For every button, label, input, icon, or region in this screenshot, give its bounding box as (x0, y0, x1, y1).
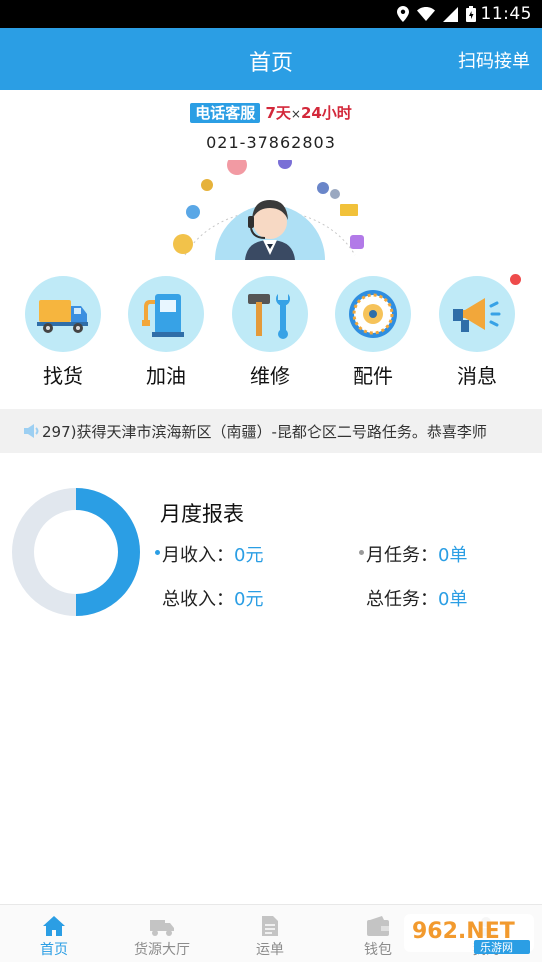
unread-badge-dot (510, 274, 521, 285)
quick-action-icon-wrap (25, 276, 101, 352)
parts-dial-icon (349, 290, 397, 338)
monthly-income-label: 月收入： (162, 545, 234, 566)
quick-action-label: 维修 (250, 364, 290, 388)
monthly-tasks-value: 0单 (438, 545, 468, 566)
service-phone[interactable]: 021-37862803 (0, 133, 542, 152)
quick-action-label: 找货 (43, 364, 83, 388)
clock: 11:45 (480, 4, 532, 24)
status-bar: 11:45 (0, 0, 542, 28)
truck-icon (37, 300, 88, 333)
service-times: × (290, 107, 301, 121)
monthly-income-value: 0元 (234, 545, 264, 566)
quick-action-find-cargo[interactable]: 找货 (18, 276, 108, 389)
monthly-tasks-label: 月任务： (366, 545, 438, 566)
tab-label: 货源大厅 (134, 942, 190, 958)
monthly-income: 月收入：0元 (162, 541, 263, 567)
customer-service-agent-illustration (173, 160, 364, 260)
total-tasks-label: 总任务： (366, 589, 438, 610)
quick-action-fuel[interactable]: 加油 (121, 276, 211, 389)
tab-label: 运单 (256, 942, 284, 958)
monthly-tasks: 月任务：0单 (366, 541, 467, 567)
quick-action-label: 消息 (457, 364, 497, 388)
report-donut-chart (12, 488, 140, 616)
tab-waybill[interactable]: 运单 (216, 905, 324, 963)
quick-action-icon-wrap (232, 276, 308, 352)
total-tasks: 总任务：0单 (366, 585, 467, 611)
quick-action-icon-wrap (439, 274, 521, 352)
quick-actions: 找货 加油 维修 配件 消息 (0, 274, 542, 402)
wifi-icon (417, 7, 435, 21)
quick-action-parts[interactable]: 配件 (328, 276, 418, 389)
signal-icon (443, 6, 458, 22)
quick-action-icon-wrap (335, 276, 411, 352)
news-ticker[interactable]: 297)获得天津市滨海新区（南疆）-昆都仑区二号路任务。恭喜李师 (0, 409, 542, 453)
quick-action-label: 配件 (353, 364, 393, 388)
scan-order-button[interactable]: 扫码接单 (458, 47, 530, 73)
quick-action-icon-wrap (128, 276, 204, 352)
quick-action-messages[interactable]: 消息 (432, 274, 522, 389)
quick-action-repair[interactable]: 维修 (225, 276, 315, 389)
total-income: 总收入：0元 (162, 585, 263, 611)
customer-service-banner[interactable]: 电话客服 7天×24小时 021-37862803 (0, 90, 542, 262)
ticker-text: 297)获得天津市滨海新区（南疆）-昆都仑区二号路任务。恭喜李师 (42, 423, 487, 441)
fuel-pump-icon (142, 294, 184, 337)
site-watermark-logo: 962.NET 乐游网 (404, 914, 534, 954)
status-icons (397, 6, 476, 22)
total-tasks-value: 0单 (438, 589, 468, 610)
report-title: 月度报表 (160, 502, 244, 526)
tab-label: 首页 (40, 942, 68, 958)
watermark-subtitle: 乐游网 (480, 941, 513, 954)
service-hours: 24小时 (300, 104, 352, 122)
app-header: 首页 扫码接单 (0, 28, 542, 90)
speaker-icon (24, 424, 39, 438)
quick-action-label: 加油 (146, 364, 186, 388)
wallet-icon (367, 916, 389, 936)
battery-icon (466, 6, 476, 22)
service-hours-line: 电话客服 7天×24小时 (0, 102, 542, 123)
service-badge: 电话客服 (190, 103, 261, 123)
megaphone-icon (453, 298, 501, 332)
location-icon (397, 6, 409, 22)
total-income-label: 总收入： (162, 589, 234, 610)
total-income-value: 0元 (234, 589, 264, 610)
truck-icon (150, 920, 174, 936)
legend-dot-income (155, 550, 160, 555)
legend-dot-tasks (359, 550, 364, 555)
home-icon (43, 916, 65, 936)
service-days: 7天 (265, 104, 291, 122)
tools-icon (248, 294, 290, 339)
document-icon (262, 916, 278, 936)
tab-home[interactable]: 首页 (0, 905, 108, 963)
donut-arc (75, 488, 140, 616)
tab-cargo-hall[interactable]: 货源大厅 (108, 905, 216, 963)
monthly-report: 月度报表 月收入：0元 月任务：0单 总收入：0元 总任务：0单 (0, 486, 542, 626)
